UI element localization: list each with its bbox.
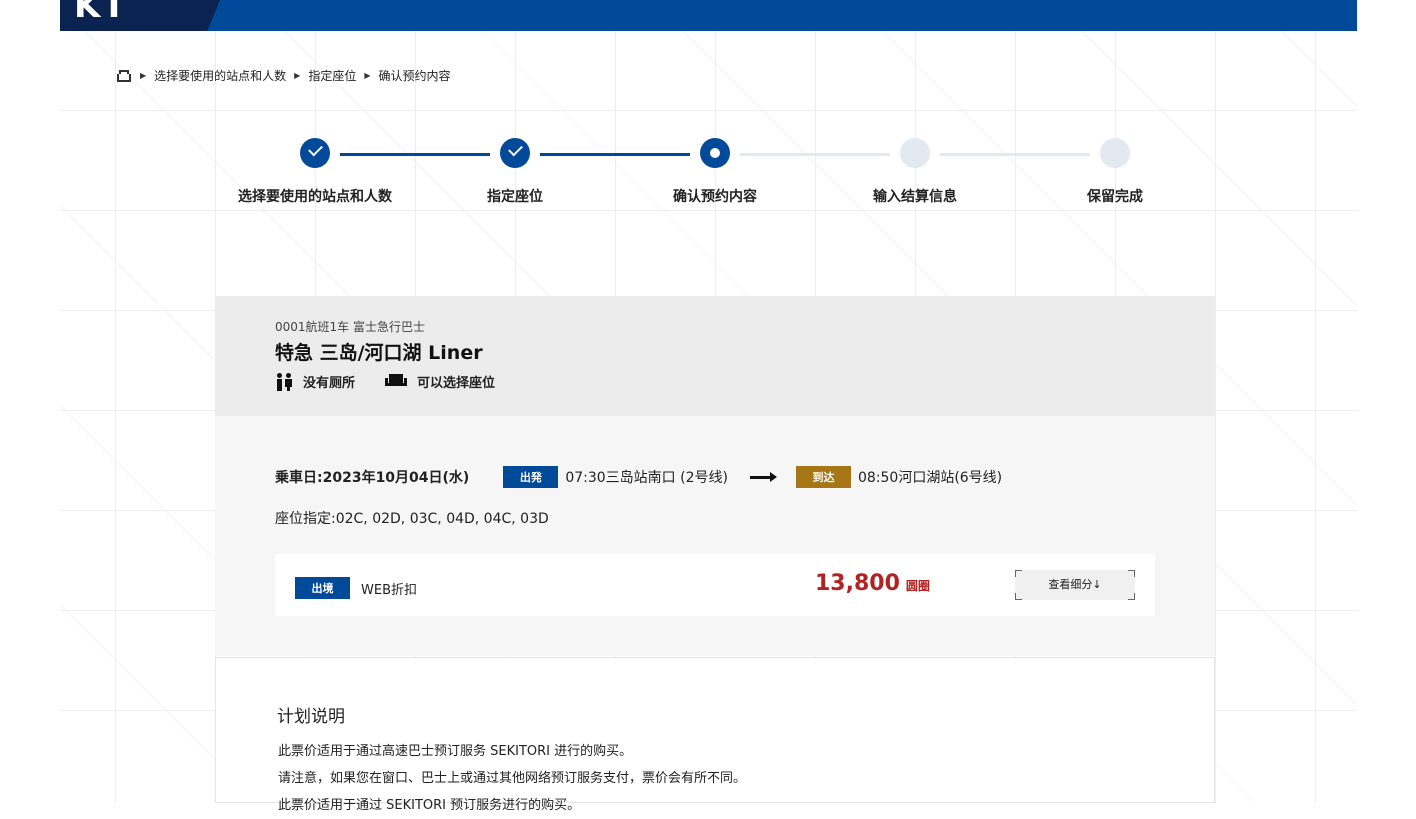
trip-details: 乗車日:2023年10月04日(水) 出発 07:30三岛站南口 (2号线) 到… [215,416,1215,656]
breadcrumb: ▶ 选择要使用的站点和人数 ▶ 指定座位 ▶ 确认预约内容 [116,67,451,84]
logo-text: KT [74,0,128,26]
amenity-seat: 可以选择座位 [385,372,495,391]
step-label: 指定座位 [487,189,543,205]
fare-price: 13,800 圆圈 [815,571,930,596]
amenities: 没有厕所 可以选择座位 [275,372,495,391]
plan-line: 此票价适用于通过高速巴士预订服务 SEKITORI 进行的购买。 [278,744,633,759]
arrival-badge: 到达 [795,466,851,488]
breadcrumb-separator-icon: ▶ [294,71,301,80]
step-label: 输入结算信息 [873,189,957,205]
pending-step-icon [1100,138,1130,168]
current-step-icon [700,138,730,168]
bus-info-header: 0001航班1车 富士急行巴士 特急 三岛/河口湖 Liner 没有厕所 可以选… [215,296,1215,416]
fare-currency: 圆圈 [905,579,930,593]
check-icon [300,138,330,168]
trip-line: 乗車日:2023年10月04日(水) 出発 07:30三岛站南口 (2号线) 到… [275,466,1002,488]
plan-line: 请注意，如果您在窗口、巴士上或通过其他网络预订服务支付，票价会有所不同。 [278,771,747,786]
departure-badge: 出発 [503,466,559,488]
arrival-info: 08:50河口湖站(6号线) [857,470,1003,486]
amenity-seat-label: 可以选择座位 [417,376,496,391]
restroom-icon [275,372,293,391]
boarding-date: 乗車日:2023年10月04日(水) [275,470,470,486]
view-breakdown-label: 查看细分↓ [1048,578,1102,591]
breadcrumb-item-confirm: 确认预约内容 [378,69,451,83]
plan-description: 计划说明 此票价适用于通过高速巴士预订服务 SEKITORI 进行的购买。 请注… [215,657,1215,813]
step-select-stations: 选择要使用的站点和人数 [215,138,415,206]
seat-assignment: 座位指定:02C, 02D, 03C, 04D, 04C, 03D [275,511,549,527]
departure-info: 07:30三岛站南口 (2号线) [565,470,728,486]
plan-line: 此票价适用于通过 SEKITORI 预订服务进行的购买。 [278,798,581,813]
flight-number: 0001航班1车 富士急行巴士 [275,320,425,334]
seat-icon [385,373,408,390]
breadcrumb-item-stations[interactable]: 选择要使用的站点和人数 [154,67,286,84]
step-label: 选择要使用的站点和人数 [238,189,392,205]
step-payment: 输入结算信息 [815,138,1015,206]
breadcrumb-item-seats[interactable]: 指定座位 [308,67,356,84]
breadcrumb-separator-icon: ▶ [364,71,371,80]
view-breakdown-button[interactable]: 查看细分↓ [1015,570,1135,600]
check-icon [500,138,530,168]
breadcrumb-separator-icon: ▶ [140,71,147,80]
fare-amount: 13,800 [815,571,900,596]
home-icon[interactable] [116,69,132,83]
site-header: KT [60,0,1357,31]
step-label: 确认预约内容 [673,189,757,205]
amenity-restroom: 没有厕所 [275,372,355,391]
step-label: 保留完成 [1087,189,1143,205]
plan-text: 此票价适用于通过高速巴士预订服务 SEKITORI 进行的购买。 请注意，如果您… [278,738,746,819]
logo[interactable]: KT [60,0,220,31]
outbound-badge: 出境 [295,577,350,599]
amenity-restroom-label: 没有厕所 [303,376,356,391]
route-name: 特急 三岛/河口湖 Liner [275,342,483,364]
fare-type-label: WEB折扣 [361,582,417,598]
step-complete: 保留完成 [1015,138,1215,206]
fare-row: 出境 WEB折扣 13,800 圆圈 查看细分↓ [275,554,1155,616]
arrow-right-icon [749,471,777,482]
progress-stepper: 选择要使用的站点和人数 指定座位 确认预约内容 输入结算信息 保留完成 [215,138,1215,218]
step-confirm: 确认预约内容 [615,138,815,206]
pending-step-icon [900,138,930,168]
step-select-seats: 指定座位 [415,138,615,206]
plan-title: 计划说明 [277,707,345,727]
fare-type: 出境 WEB折扣 [295,577,417,599]
